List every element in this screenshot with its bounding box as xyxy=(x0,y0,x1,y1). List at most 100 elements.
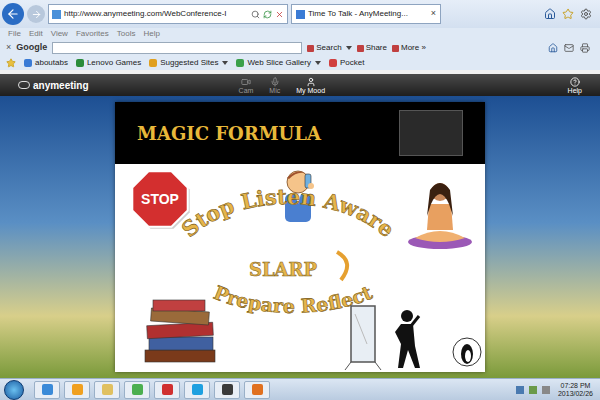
thinking-person-icon xyxy=(395,310,420,368)
toolbar-close[interactable]: × xyxy=(6,41,11,55)
arc-top-text: Stop Listen Aware xyxy=(177,184,400,242)
curved-arrow-icon xyxy=(337,252,347,280)
control-icon xyxy=(306,77,316,87)
toolbar-button[interactable]: Search xyxy=(307,42,351,54)
menu-item[interactable]: Favorites xyxy=(76,30,109,38)
taskbar: 07:28 PM2013/02/26 xyxy=(0,378,600,400)
favorite-item[interactable]: Lenovo Games xyxy=(76,57,141,69)
favorite-icon xyxy=(24,59,32,67)
favorite-item[interactable]: aboutabs xyxy=(24,57,68,69)
menu-item[interactable]: File xyxy=(8,30,21,38)
control-label: Mic xyxy=(269,87,280,94)
google-toolbar: × Google Search Share More » xyxy=(0,40,600,56)
home-icon[interactable] xyxy=(544,8,556,20)
taskbar-app[interactable] xyxy=(214,381,240,399)
meeting-area: MAGIC FORMULA STOPStop Listen AwareSLARPP… xyxy=(0,96,600,378)
printer-icon[interactable] xyxy=(580,43,590,53)
slide-header: MAGIC FORMULA xyxy=(115,102,485,164)
taskbar-app[interactable] xyxy=(244,381,270,399)
logo-bubble-icon xyxy=(18,81,30,89)
dropdown-arrow-icon xyxy=(315,61,321,65)
favorites-bar: aboutabs Lenovo Games Suggested Sites Web S… xyxy=(0,56,600,70)
toolbar-button[interactable]: More » xyxy=(392,42,426,54)
tray-icon[interactable] xyxy=(516,386,524,394)
tab-close[interactable]: × xyxy=(431,7,436,21)
toolbar-button[interactable]: Share xyxy=(357,42,387,54)
tray-icon[interactable] xyxy=(542,386,550,394)
favorites-icon[interactable] xyxy=(6,58,16,68)
control-icon xyxy=(270,77,280,87)
tab-label: Time To Talk - AnyMeeting... xyxy=(308,8,408,20)
app-icon xyxy=(132,384,143,395)
favorite-icon xyxy=(236,59,244,67)
control-label: Cam xyxy=(239,87,254,94)
taskbar-app[interactable] xyxy=(94,381,120,399)
menu-item[interactable]: Help xyxy=(143,30,159,38)
app-icon xyxy=(192,384,203,395)
back-button[interactable] xyxy=(2,3,24,25)
taskbar-app[interactable] xyxy=(34,381,60,399)
taskbar-app[interactable] xyxy=(124,381,150,399)
menu-item[interactable]: Tools xyxy=(117,30,136,38)
refresh-icon[interactable] xyxy=(263,10,272,19)
app-icon xyxy=(72,384,83,395)
toolbar-button-icon xyxy=(392,45,399,52)
app-control[interactable]: Mic xyxy=(269,77,280,94)
browser-tab[interactable]: Time To Talk - AnyMeeting... × xyxy=(291,4,441,24)
home-small-icon[interactable] xyxy=(548,43,558,53)
taskbar-app[interactable] xyxy=(64,381,90,399)
app-icon xyxy=(42,384,53,395)
help-icon xyxy=(570,77,580,87)
tray-icon[interactable] xyxy=(529,386,537,394)
favorite-icon xyxy=(149,59,157,67)
toolbar-button-icon xyxy=(307,45,314,52)
favorite-item[interactable]: Web Slice Gallery xyxy=(236,57,320,69)
app-icon xyxy=(162,384,173,395)
stop-icon[interactable] xyxy=(275,10,284,19)
favorite-item[interactable]: Pocket xyxy=(329,57,364,69)
menu-bar: File Edit View Favorites Tools Help xyxy=(0,28,600,40)
control-label: My Mood xyxy=(296,87,325,94)
address-text: http://www.anymeeting.com/WebConference-… xyxy=(64,8,227,20)
meditating-woman-icon xyxy=(408,183,472,249)
screen: http://www.anymeeting.com/WebConference-… xyxy=(0,0,600,400)
favorites-star-icon[interactable] xyxy=(562,8,574,20)
tab-favicon-icon xyxy=(296,10,305,19)
app-icon xyxy=(222,384,233,395)
search-icon[interactable] xyxy=(251,10,260,19)
address-field[interactable]: http://www.anymeeting.com/WebConference-… xyxy=(48,4,288,24)
dropdown-arrow-icon xyxy=(222,61,228,65)
app-control[interactable]: Cam xyxy=(239,77,254,94)
help-button[interactable]: Help xyxy=(568,77,582,94)
mail-icon[interactable] xyxy=(564,43,574,53)
start-button[interactable] xyxy=(4,380,24,400)
clock[interactable]: 07:28 PM2013/02/26 xyxy=(555,382,596,397)
forward-button[interactable] xyxy=(27,5,45,23)
google-search-field[interactable] xyxy=(52,42,302,54)
control-icon xyxy=(241,77,251,87)
menu-item[interactable]: Edit xyxy=(29,30,43,38)
menu-item[interactable]: View xyxy=(51,30,68,38)
favorite-icon xyxy=(329,59,337,67)
system-tray: 07:28 PM2013/02/26 xyxy=(516,382,596,397)
mirror-icon xyxy=(345,306,381,370)
forward-arrow-icon xyxy=(31,9,42,20)
app-icon xyxy=(252,384,263,395)
tools-gear-icon[interactable] xyxy=(580,8,592,20)
taskbar-app[interactable] xyxy=(154,381,180,399)
back-arrow-icon xyxy=(6,7,20,21)
favorite-item[interactable]: Suggested Sites xyxy=(149,57,228,69)
books-icon xyxy=(145,300,215,362)
app-control[interactable]: My Mood xyxy=(296,77,325,94)
app-icon xyxy=(102,384,113,395)
dropdown-arrow-icon xyxy=(346,46,352,50)
toolbar-tools xyxy=(548,43,594,53)
google-brand: Google xyxy=(16,41,47,55)
help-label: Help xyxy=(568,87,582,94)
penguin-logo-icon xyxy=(453,338,481,366)
taskbar-app[interactable] xyxy=(184,381,210,399)
slide-drawing: STOPStop Listen AwareSLARPPrepare Reflec… xyxy=(115,164,485,372)
logo-text: anymeeting xyxy=(33,78,89,93)
slide-title: MAGIC FORMULA xyxy=(137,120,321,147)
clock-time: 07:28 PM xyxy=(560,382,590,389)
